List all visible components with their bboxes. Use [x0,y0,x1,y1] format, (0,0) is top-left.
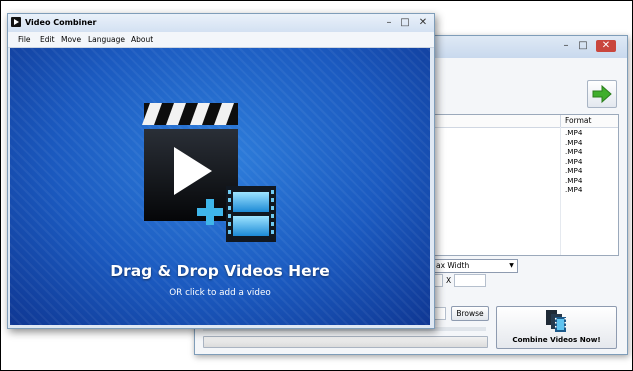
list-item[interactable]: .MP4 [435,166,618,176]
green-arrow-right-icon [592,84,612,104]
combine-videos-button[interactable]: Combine Videos Now! [496,306,617,349]
menu-bar: File Edit Move Language About [8,32,434,48]
format-cell: .MP4 [565,147,583,156]
combine-videos-label: Combine Videos Now! [512,335,601,344]
maximize-button[interactable]: □ [576,40,590,52]
menu-edit[interactable]: Edit [38,34,57,45]
format-cell: .MP4 [565,185,583,194]
window-title: Video Combiner [25,18,97,27]
menu-about[interactable]: About [129,34,155,45]
format-cell: .MP4 [565,175,583,185]
column-header-format[interactable]: Format [565,116,591,126]
list-item[interactable]: .MP4 [435,157,618,167]
titlebar[interactable]: Video Combiner – □ ✕ [8,14,434,32]
minimize-button[interactable]: – [559,40,573,52]
file-list[interactable]: Format .MP4 .MP4 .MP4 .MP4 .MP4 .MP4 .MP… [434,114,619,256]
list-item[interactable]: .MP4 [435,138,618,148]
browse-button[interactable]: Browse [451,306,489,321]
list-item[interactable]: .MP4 [435,176,618,186]
chevron-down-icon: ▼ [509,262,514,269]
drop-zone-subtitle: OR click to add a video [169,288,271,298]
menu-language[interactable]: Language [86,34,127,45]
close-button[interactable]: ✕ [596,40,616,52]
menu-move[interactable]: Move [59,34,83,45]
progress-bar [203,336,488,348]
close-button[interactable]: ✕ [416,17,430,29]
menu-file[interactable]: File [16,34,33,45]
list-item[interactable]: .MP4 [435,147,618,157]
minimize-button[interactable]: – [382,17,396,29]
format-cell: .MP4 [565,166,583,175]
clapperboard-plus-film-icon [142,103,276,242]
film-stack-icon [546,310,566,332]
drop-zone-title: Drag & Drop Videos Here [110,262,330,280]
list-item[interactable]: .MP4 [435,185,618,195]
video-drop-zone[interactable]: Drag & Drop Videos Here OR click to add … [10,48,430,325]
maximize-button[interactable]: □ [398,17,412,29]
video-combiner-window: Video Combiner – □ ✕ File Edit Move Lang… [7,13,435,329]
column-separator [560,115,561,127]
format-cell: .MP4 [565,156,583,166]
file-list-header: Format [435,115,618,128]
format-cell: .MP4 [565,128,583,137]
list-item[interactable]: .MP4 [435,128,618,138]
app-icon [11,17,21,27]
height-input[interactable] [454,274,486,287]
dimension-separator: X [446,276,452,285]
go-button[interactable] [587,80,617,108]
resolution-select-value: ax Width [436,261,470,270]
format-cell: .MP4 [565,137,583,147]
resolution-select[interactable]: ax Width ▼ [433,259,518,273]
